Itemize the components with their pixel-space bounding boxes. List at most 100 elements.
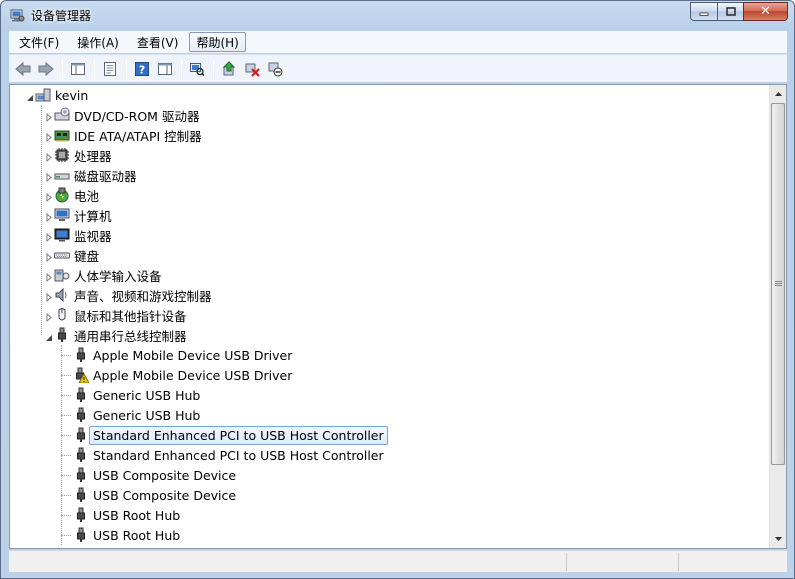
properties-button[interactable]: [99, 58, 121, 80]
collapse-toggle[interactable]: [44, 331, 53, 341]
collapse-arrow-icon: [46, 335, 52, 341]
tree-node-category[interactable]: 监视器: [70, 225, 116, 245]
tree-node-usb-device[interactable]: Generic USB Hub: [89, 405, 204, 425]
maximize-button[interactable]: [717, 2, 743, 21]
tree-node-category[interactable]: DVD/CD-ROM 驱动器: [70, 105, 203, 125]
device-manager-window: 设备管理器 ✕ 文件(F) 操作(A) 查看(V) 帮助(H) ? kevin …: [0, 0, 795, 579]
tree-node-category[interactable]: 磁盘驱动器: [70, 165, 141, 185]
node-icon: [35, 87, 51, 103]
scroll-up-icon: [774, 92, 782, 96]
expand-toggle[interactable]: [44, 291, 53, 303]
mouse-icon: [58, 308, 66, 321]
tree-connector: [61, 355, 71, 356]
tree-node-usb-device[interactable]: USB Root Hub: [89, 525, 184, 545]
expand-arrow-icon: [46, 152, 52, 163]
help-icon: ?: [135, 61, 149, 76]
expand-toggle[interactable]: [44, 271, 53, 283]
speaker-icon: [55, 287, 67, 303]
menu-item[interactable]: 文件(F): [12, 32, 66, 52]
show-hide-console-tree-icon: [71, 62, 85, 75]
tree-node-category[interactable]: 计算机: [70, 205, 116, 225]
expand-toggle[interactable]: [44, 191, 53, 203]
tree-node-root[interactable]: kevin: [51, 85, 92, 105]
tree-node-usb-device[interactable]: Apple Mobile Device USB Driver: [89, 365, 296, 385]
expand-toggle[interactable]: [44, 131, 53, 143]
expand-toggle[interactable]: [44, 171, 53, 183]
forward-button[interactable]: [35, 58, 57, 80]
node-icon: [54, 147, 70, 163]
computer-monitor-icon: [54, 208, 70, 221]
node-icon: [54, 167, 70, 183]
node-icon: [73, 527, 89, 543]
usb-icon: [77, 407, 85, 422]
node-icon: [54, 247, 70, 263]
update-driver-button[interactable]: [218, 58, 240, 80]
minimize-button[interactable]: [690, 2, 717, 21]
toolbar: ?: [9, 54, 787, 82]
expand-toggle[interactable]: [44, 151, 53, 163]
tree-node-category[interactable]: 鼠标和其他指针设备: [70, 305, 191, 325]
tree-node-usb-device[interactable]: USB Root Hub: [89, 505, 184, 525]
vertical-scrollbar[interactable]: [769, 85, 786, 548]
tree-connector: [61, 455, 71, 456]
disk-drive-icon: [54, 173, 70, 180]
expand-arrow-icon: [46, 132, 52, 143]
disable-icon: [268, 62, 283, 76]
show-hide-action-pane-icon: [158, 62, 172, 75]
expand-toggle[interactable]: [44, 211, 53, 223]
scroll-down-icon: [774, 537, 782, 541]
usb-icon: [77, 527, 85, 542]
device-tree[interactable]: kevin DVD/CD-ROM 驱动器 IDE ATA/ATAPI 控制器 处理器磁…: [9, 84, 787, 549]
expand-toggle[interactable]: [44, 251, 53, 263]
scrollbar-thumb[interactable]: [771, 103, 785, 465]
node-icon: [73, 467, 89, 483]
tree-connector: [61, 515, 71, 516]
help-button[interactable]: ?: [131, 58, 153, 80]
node-icon: [73, 447, 89, 463]
tree-node-usb-device[interactable]: Standard Enhanced PCI to USB Host Contro…: [89, 425, 388, 445]
tree-node-category[interactable]: IDE ATA/ATAPI 控制器: [70, 125, 206, 145]
menu-item[interactable]: 操作(A): [70, 32, 126, 52]
menu-item[interactable]: 帮助(H): [189, 32, 246, 52]
minimize-icon: [699, 12, 709, 16]
maximize-icon: [725, 7, 736, 16]
tree-node-category[interactable]: 声音、视频和游戏控制器: [70, 285, 216, 305]
uninstall-button[interactable]: [241, 58, 263, 80]
console-tree-button[interactable]: [67, 58, 89, 80]
usb-icon: [77, 467, 85, 482]
tree-node-category[interactable]: 人体学输入设备: [70, 265, 166, 285]
tree-node-usb-device[interactable]: USB Composite Device: [89, 465, 240, 485]
status-pane-secondary: [569, 553, 679, 571]
expand-toggle[interactable]: [44, 111, 53, 123]
node-icon: [54, 327, 70, 343]
title-bar[interactable]: 设备管理器 ✕: [1, 1, 794, 29]
disable-button[interactable]: [264, 58, 286, 80]
tree-node-category[interactable]: 键盘: [70, 245, 103, 265]
tree-node-usb-device[interactable]: Generic USB Hub: [89, 385, 204, 405]
tree-node-usb-device[interactable]: Standard Enhanced PCI to USB Host Contro…: [89, 445, 388, 465]
close-button[interactable]: ✕: [743, 2, 788, 21]
battery-icon: [55, 187, 69, 203]
back-button[interactable]: [12, 58, 34, 80]
tree-node-category[interactable]: 电池: [70, 185, 103, 205]
expand-toggle[interactable]: [44, 231, 53, 243]
action-pane-button[interactable]: [154, 58, 176, 80]
menu-item[interactable]: 查看(V): [130, 32, 186, 52]
expand-arrow-icon: [46, 212, 52, 223]
tree-node-usb-device[interactable]: Apple Mobile Device USB Driver: [89, 345, 296, 365]
tree-node-category[interactable]: 处理器: [70, 145, 116, 165]
node-icon: [73, 387, 89, 403]
tree-connector: [61, 495, 71, 496]
tree-node-category[interactable]: 通用串行总线控制器: [70, 325, 191, 345]
node-icon: [54, 227, 70, 243]
node-icon: [54, 207, 70, 223]
uninstall-icon: [245, 63, 260, 77]
status-pane-tertiary: [681, 553, 785, 571]
scan-hardware-button[interactable]: [186, 58, 208, 80]
collapse-toggle[interactable]: [25, 91, 34, 101]
tree-node-usb-device[interactable]: USB Composite Device: [89, 485, 240, 505]
menu-bar: 文件(F) 操作(A) 查看(V) 帮助(H): [9, 31, 787, 53]
scroll-up-button[interactable]: [770, 86, 786, 102]
scroll-down-button[interactable]: [770, 531, 786, 547]
expand-toggle[interactable]: [44, 311, 53, 323]
